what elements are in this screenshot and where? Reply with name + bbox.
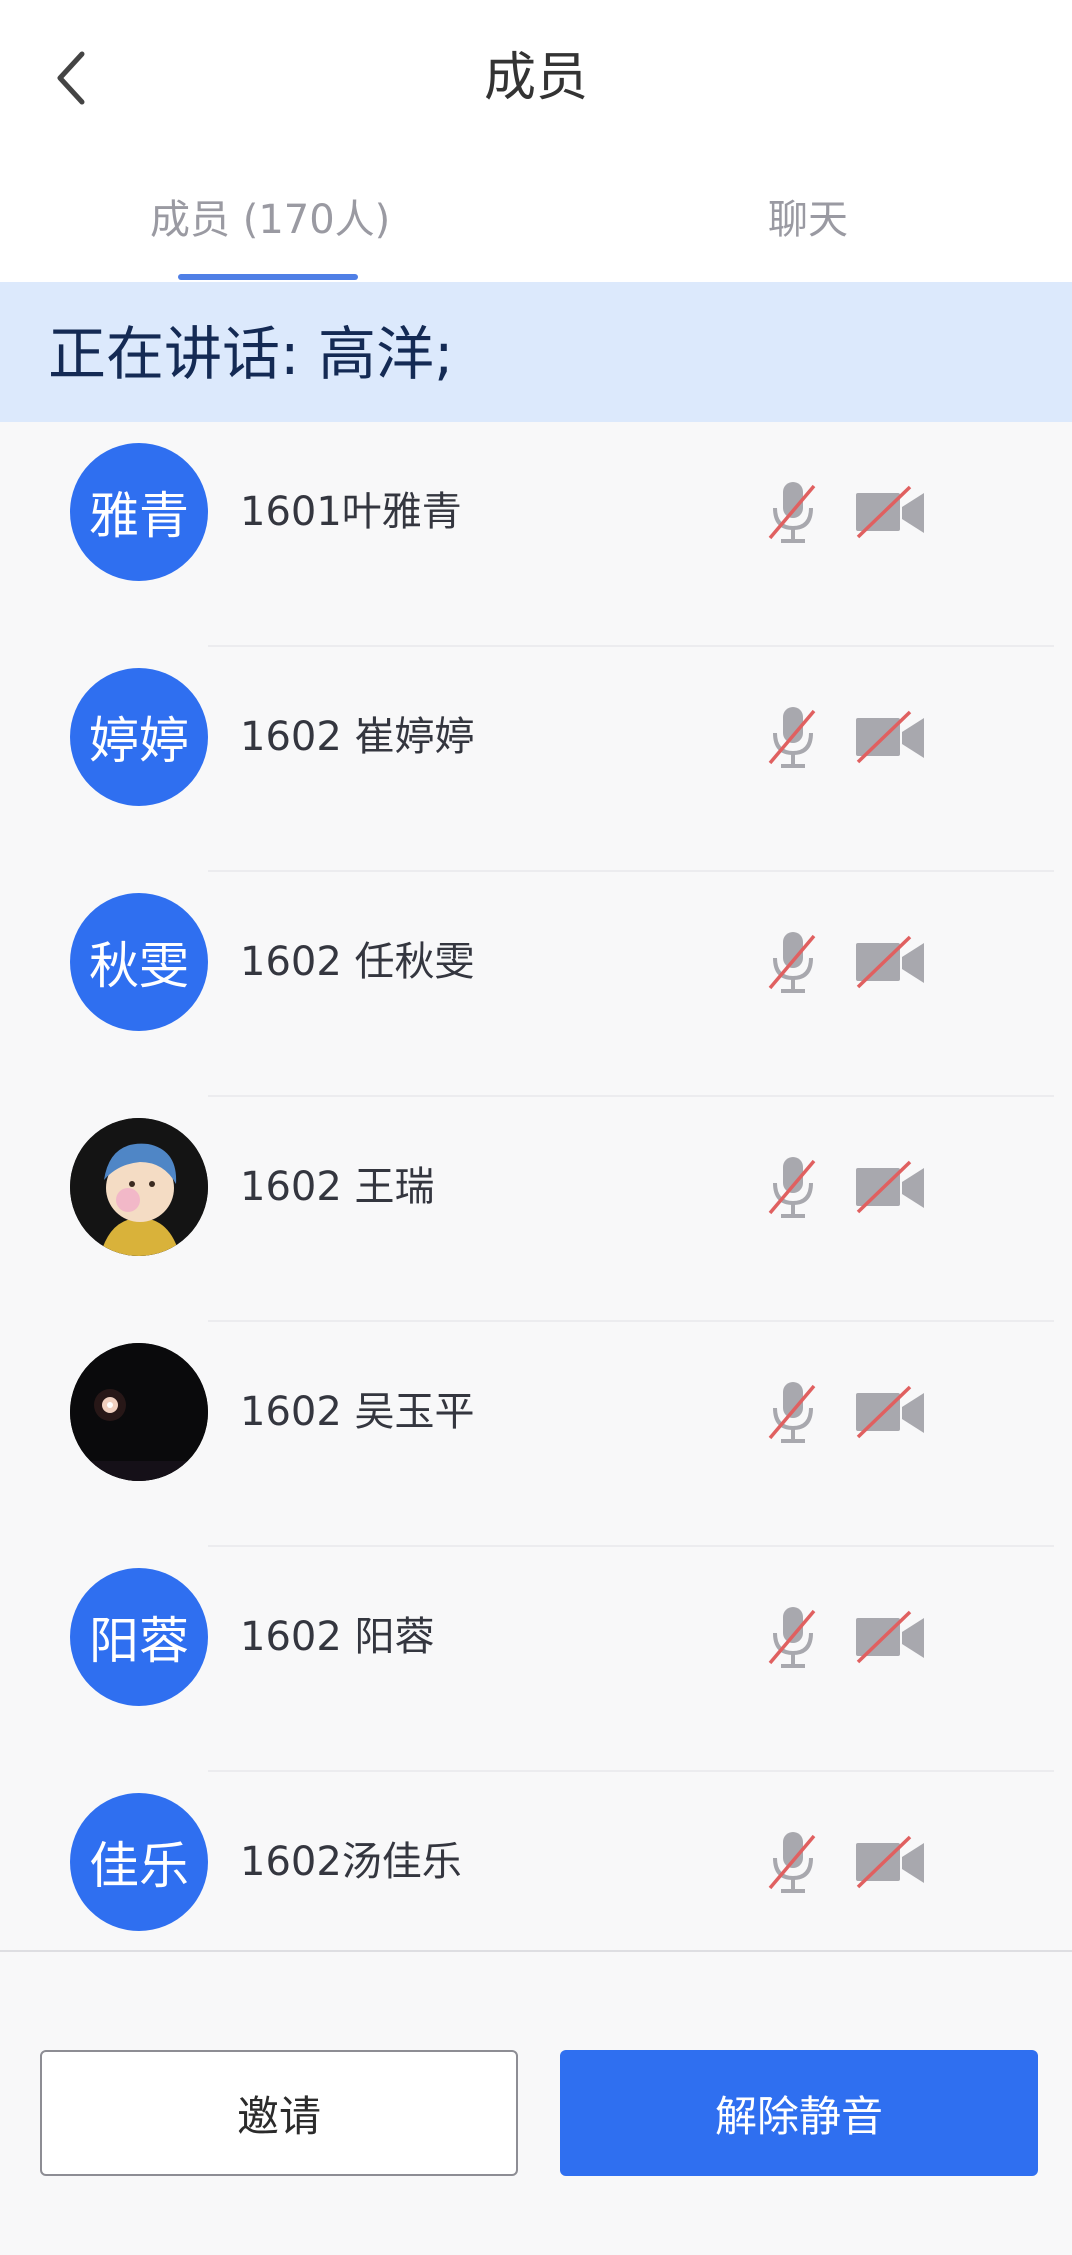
mic-muted-icon[interactable] — [766, 703, 820, 773]
avatar-photo — [70, 1343, 208, 1481]
camera-off-icon[interactable] — [854, 1385, 928, 1441]
member-name: 1602 王瑞 — [240, 1164, 435, 1210]
camera-off-icon[interactable] — [854, 1160, 928, 1216]
member-name: 1602汤佳乐 — [240, 1839, 462, 1885]
camera-off-icon[interactable] — [854, 1610, 928, 1666]
member-row[interactable]: 佳乐 1602汤佳乐 — [0, 1772, 1072, 1950]
camera-off-icon[interactable] — [854, 710, 928, 766]
header: 成员 — [0, 0, 1072, 160]
speaking-text: 正在讲话: 高洋; — [48, 320, 454, 388]
mic-muted-icon[interactable] — [766, 928, 820, 998]
tab-bar: 成员 (170人) 聊天 — [0, 170, 1072, 282]
active-tab-indicator — [178, 274, 358, 280]
member-name: 1602 吴玉平 — [240, 1389, 475, 1435]
avatar — [70, 1343, 208, 1481]
avatar: 婷婷 — [70, 668, 208, 806]
avatar: 秋雯 — [70, 893, 208, 1031]
member-row[interactable]: 秋雯 1602 任秋雯 — [0, 872, 1072, 1097]
member-name: 1602 阳蓉 — [240, 1614, 435, 1660]
avatar: 佳乐 — [70, 1793, 208, 1931]
camera-off-icon[interactable] — [854, 935, 928, 991]
member-row[interactable]: 阳蓉 1602 阳蓉 — [0, 1547, 1072, 1772]
member-row[interactable]: 1602 吴玉平 — [0, 1322, 1072, 1547]
avatar-photo — [70, 1118, 208, 1256]
tab-members[interactable]: 成员 (170人) — [150, 190, 390, 250]
tab-chat[interactable]: 聊天 — [768, 190, 848, 250]
member-row[interactable]: 婷婷 1602 崔婷婷 — [0, 647, 1072, 872]
avatar: 雅青 — [70, 443, 208, 581]
bottom-bar: 邀请 解除静音 — [0, 1950, 1072, 2255]
mic-muted-icon[interactable] — [766, 1828, 820, 1898]
member-row[interactable]: 雅青 1601叶雅青 — [0, 422, 1072, 647]
mic-muted-icon[interactable] — [766, 1153, 820, 1223]
member-row[interactable]: 1602 王瑞 — [0, 1097, 1072, 1322]
camera-off-icon[interactable] — [854, 485, 928, 541]
invite-button[interactable]: 邀请 — [40, 2050, 518, 2176]
mic-muted-icon[interactable] — [766, 478, 820, 548]
member-name: 1602 崔婷婷 — [240, 714, 475, 760]
page-title: 成员 — [483, 48, 588, 108]
unmute-button[interactable]: 解除静音 — [560, 2050, 1038, 2176]
mic-muted-icon[interactable] — [766, 1603, 820, 1673]
avatar: 阳蓉 — [70, 1568, 208, 1706]
speaking-banner: 正在讲话: 高洋; — [0, 282, 1072, 422]
member-list[interactable]: 雅青 1601叶雅青 婷婷 1602 崔婷婷 秋雯 1602 任秋雯 1602 … — [0, 422, 1072, 1950]
camera-off-icon[interactable] — [854, 1835, 928, 1891]
member-name: 1601叶雅青 — [240, 489, 462, 535]
member-name: 1602 任秋雯 — [240, 939, 475, 985]
mic-muted-icon[interactable] — [766, 1378, 820, 1448]
avatar — [70, 1118, 208, 1256]
